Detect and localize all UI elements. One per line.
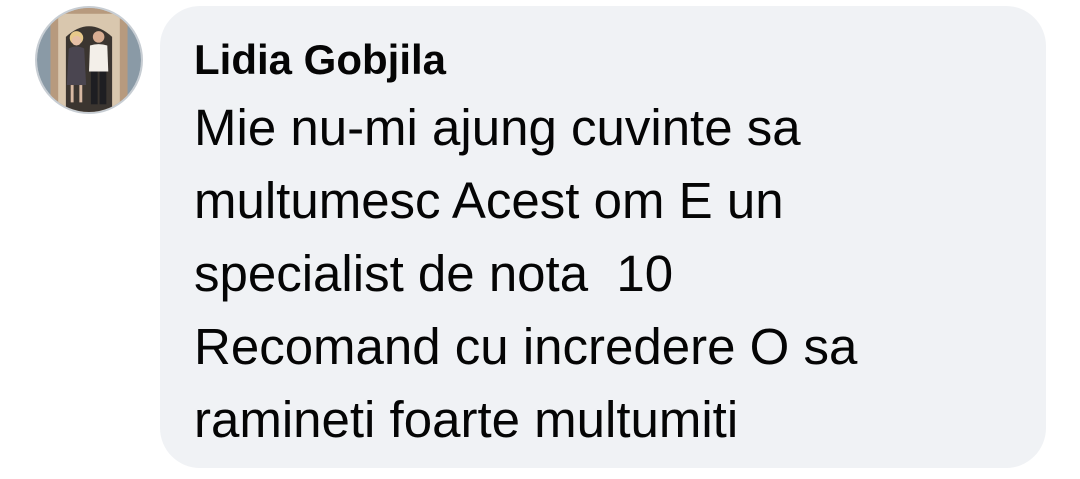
comment-text: Mie nu-mi ajung cuvinte sa multumesc Ace… [194,91,1016,456]
comment-text-line: multumesc Acest om E un [194,172,784,229]
comment-text-line: ramineti foarte multumiti [194,391,739,448]
comment-text-line: Recomand cu incredere O sa [194,318,858,375]
comment-author-name[interactable]: Lidia Gobjila [194,32,1016,88]
profile-photo-icon [37,8,141,112]
avatar[interactable] [35,6,143,114]
comment-bubble: Lidia Gobjila Mie nu-mi ajung cuvinte sa… [160,6,1046,468]
comment-row: Lidia Gobjila Mie nu-mi ajung cuvinte sa… [0,0,1080,479]
comment-text-line: Mie nu-mi ajung cuvinte sa [194,99,801,156]
comment-text-line: specialist de nota 10 [194,245,674,302]
